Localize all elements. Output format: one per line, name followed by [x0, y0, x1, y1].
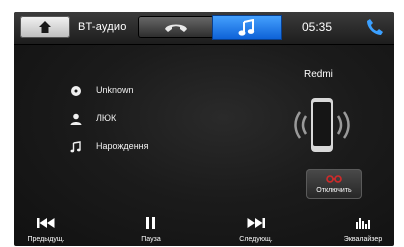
- album-text: Unknown: [96, 85, 134, 95]
- clock: 05:35: [302, 20, 333, 34]
- playback-controls: Предыдущ. Пауза Следующ. Эквалайзер: [14, 208, 394, 246]
- home-icon: [39, 21, 51, 33]
- disc-icon: [71, 86, 81, 96]
- phone-handset-icon: [165, 24, 187, 32]
- device-name: Redmi: [304, 69, 333, 80]
- pause-icon: [146, 217, 155, 229]
- tab-phone[interactable]: [138, 16, 214, 38]
- artist-text: ЛЮК: [96, 113, 117, 123]
- previous-track-icon: [37, 218, 55, 228]
- music-note-icon: [238, 19, 255, 36]
- equalizer-icon: [356, 218, 370, 229]
- call-icon: [367, 19, 383, 35]
- next-button[interactable]: Следующ.: [228, 208, 284, 246]
- music-note-icon: [70, 141, 81, 153]
- phone-connected-icon: [294, 98, 350, 152]
- song-text: Нарождення: [96, 141, 149, 151]
- next-track-icon: [247, 218, 265, 228]
- disconnect-label: Отключить: [316, 187, 352, 194]
- bt-audio-screen: BT-аудио 05:35 Unknown ЛЮК Нарождення Re…: [14, 12, 394, 246]
- disconnect-icon: [326, 175, 342, 183]
- person-icon: [70, 113, 82, 125]
- previous-label: Предыдущ.: [27, 236, 65, 243]
- equalizer-button[interactable]: Эквалайзер: [332, 208, 394, 246]
- pause-button[interactable]: Пауза: [128, 208, 174, 246]
- tab-music[interactable]: [212, 15, 282, 40]
- page-title: BT-аудио: [78, 21, 127, 33]
- previous-button[interactable]: Предыдущ.: [14, 208, 78, 246]
- equalizer-label: Эквалайзер: [343, 236, 383, 243]
- disconnect-button[interactable]: Отключить: [306, 169, 362, 199]
- next-label: Следующ.: [239, 236, 273, 243]
- call-button[interactable]: [366, 18, 384, 41]
- top-bar: BT-аудио 05:35: [14, 12, 394, 45]
- head-unit-frame: BT-аудио 05:35 Unknown ЛЮК Нарождення Re…: [0, 0, 404, 247]
- home-button[interactable]: [20, 16, 70, 38]
- pause-label: Пауза: [141, 236, 161, 243]
